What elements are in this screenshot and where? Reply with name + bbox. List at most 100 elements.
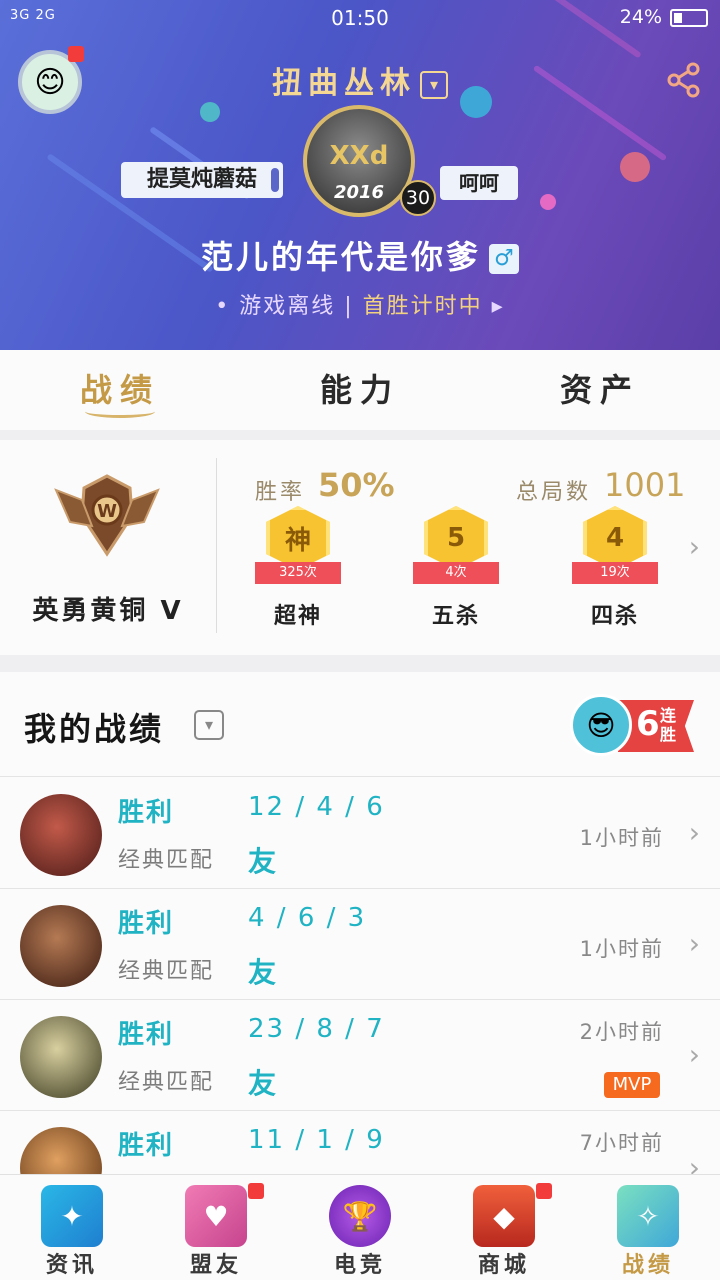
avatar-logo: XXd — [329, 141, 389, 171]
tab-records[interactable]: 战绩 — [0, 350, 240, 430]
status-bar: 3G 2G 01:50 24% — [0, 0, 720, 36]
friend-tag: 友 — [248, 1067, 277, 1100]
match-mode: 经典匹配 — [118, 848, 215, 873]
tab-ability[interactable]: 能力 — [240, 350, 480, 430]
svg-text:W: W — [97, 501, 117, 522]
nav-label: 商城 — [477, 1253, 530, 1278]
records-title: 我的战绩 — [24, 710, 165, 748]
streak-avatar-icon: 😎 — [570, 694, 632, 756]
match-result: 胜利 — [118, 1020, 175, 1050]
chevron-right-icon: › — [688, 927, 700, 960]
champion-avatar — [20, 905, 102, 987]
battery-icon — [670, 9, 708, 27]
rank-emblem-icon: W — [52, 470, 162, 562]
nickname: 范儿的年代是你爹 ♂ — [0, 232, 720, 278]
match-time: 1小时前 — [579, 826, 664, 850]
right-tag: 呵呵 — [440, 166, 518, 200]
level-badge: 30 — [400, 180, 436, 216]
server-selector[interactable]: 扭曲丛林 ▾ — [0, 58, 720, 102]
match-records: 我的战绩 ▾ 6 连胜 😎 胜利 12 / 4 / 6 经典匹配 友 1小时前 … — [0, 672, 720, 1222]
nav-label: 资讯 — [45, 1253, 98, 1278]
heart-chat-icon: ♥ — [185, 1185, 247, 1247]
champion-avatar — [20, 1016, 102, 1098]
match-time: 1小时前 — [579, 937, 664, 961]
male-icon: ♂ — [489, 244, 519, 274]
decor-dot — [620, 152, 650, 182]
nav-records[interactable]: ✧ 战绩 — [576, 1175, 720, 1280]
notification-badge — [248, 1183, 264, 1199]
streak-text: 连胜 — [660, 706, 677, 744]
match-kda: 12 / 4 / 6 — [248, 792, 385, 822]
battery-percent: 24% — [619, 6, 662, 28]
match-result: 胜利 — [118, 909, 175, 939]
nav-label: 电竞 — [333, 1253, 386, 1278]
nav-esports[interactable]: 🏆 电竞 — [288, 1175, 432, 1280]
crest-icon: ✧ — [617, 1185, 679, 1247]
champion-avatar — [20, 794, 102, 876]
book-icon: ✦ — [41, 1185, 103, 1247]
chevron-down-icon[interactable]: ▾ — [194, 710, 224, 740]
profile-header: 3G 2G 01:50 24% 😊 扭曲丛林 ▾ 提莫炖蘑菇 XXd 2016 3… — [0, 0, 720, 350]
medal-glyph: 神 — [266, 506, 330, 570]
tab-assets[interactable]: 资产 — [480, 350, 720, 430]
nav-label: 盟友 — [189, 1253, 242, 1278]
avatar-year: 2016 — [333, 182, 385, 203]
streak-number: 6 — [636, 704, 660, 744]
profile-tabs: 战绩 能力 资产 — [0, 350, 720, 430]
medal-label: 四杀 — [590, 604, 639, 629]
match-kda: 23 / 8 / 7 — [248, 1014, 385, 1044]
rank-name: 英勇黄铜 V — [32, 596, 184, 626]
bottom-nav: ✦ 资讯 ♥ 盟友 🏆 电竞 ◆ 商城 ✧ 战绩 — [0, 1174, 720, 1280]
first-win-status: 首胜计时中 — [362, 294, 483, 319]
match-row[interactable]: 胜利 4 / 6 / 3 经典匹配 友 1小时前 › — [0, 889, 720, 1000]
trophy-icon: 🏆 — [329, 1185, 391, 1247]
match-kda: 4 / 6 / 3 — [248, 903, 367, 933]
divider — [216, 458, 217, 633]
chevron-down-icon: ▾ — [420, 70, 448, 99]
records-header: 我的战绩 ▾ 6 连胜 😎 — [0, 672, 720, 777]
match-result: 胜利 — [118, 1131, 175, 1161]
medal-count: 19次 — [572, 562, 658, 584]
medal-legendary: 神 325次 超神 — [253, 504, 343, 629]
medal-count: 325次 — [255, 562, 341, 584]
match-row[interactable]: 胜利 23 / 8 / 7 经典匹配 友 2小时前 MVP › — [0, 1000, 720, 1111]
match-row[interactable]: 胜利 12 / 4 / 6 经典匹配 友 1小时前 › — [0, 778, 720, 889]
chevron-right-icon: › — [688, 530, 700, 563]
match-result: 胜利 — [118, 798, 175, 828]
nickname-text: 范儿的年代是你爹 — [200, 238, 481, 276]
win-streak-badge[interactable]: 6 连胜 😎 — [570, 694, 696, 756]
medal-pentakill: 5 4次 五杀 — [411, 504, 501, 629]
match-time: 2小时前 — [579, 1020, 664, 1044]
medal-glyph: 4 — [583, 506, 647, 570]
friend-tag: 友 — [248, 845, 277, 878]
match-mode: 经典匹配 — [118, 1070, 215, 1095]
medal-label: 超神 — [273, 604, 322, 629]
medal-count: 4次 — [413, 562, 499, 584]
server-name: 扭曲丛林 — [272, 66, 416, 101]
game-status[interactable]: • 游戏离线 | 首胜计时中 ▸ — [0, 288, 720, 320]
winrate-label: 胜率 — [255, 480, 306, 505]
nav-news[interactable]: ✦ 资讯 — [0, 1175, 144, 1280]
medal-label: 五杀 — [431, 604, 480, 629]
chevron-right-icon: › — [688, 1038, 700, 1071]
profile-page: 3G 2G 01:50 24% 😊 扭曲丛林 ▾ 提莫炖蘑菇 XXd 2016 3… — [0, 0, 720, 1280]
profile-avatar[interactable]: XXd 2016 — [303, 105, 415, 217]
total-games-label: 总局数 — [516, 480, 592, 505]
clock: 01:50 — [331, 6, 389, 30]
chest-icon: ◆ — [473, 1185, 535, 1247]
chevron-right-icon: › — [688, 816, 700, 849]
medal-quadrakill: 4 19次 四杀 — [570, 504, 660, 629]
nav-friends[interactable]: ♥ 盟友 — [144, 1175, 288, 1280]
match-mode: 经典匹配 — [118, 959, 215, 984]
decor-dot — [200, 102, 220, 122]
decor-dot — [540, 194, 556, 210]
friend-tag: 友 — [248, 956, 277, 989]
notification-badge — [536, 1183, 552, 1199]
mvp-badge: MVP — [604, 1072, 660, 1098]
nav-store[interactable]: ◆ 商城 — [432, 1175, 576, 1280]
winrate-value: 50% — [318, 466, 395, 504]
summary-card[interactable]: W 英勇黄铜 V 胜率 50% 总局数 1001 神 325次 超神 5 4次 … — [0, 440, 720, 655]
share-icon[interactable] — [666, 62, 702, 98]
medal-glyph: 5 — [424, 506, 488, 570]
online-status: 游戏离线 — [239, 294, 336, 319]
